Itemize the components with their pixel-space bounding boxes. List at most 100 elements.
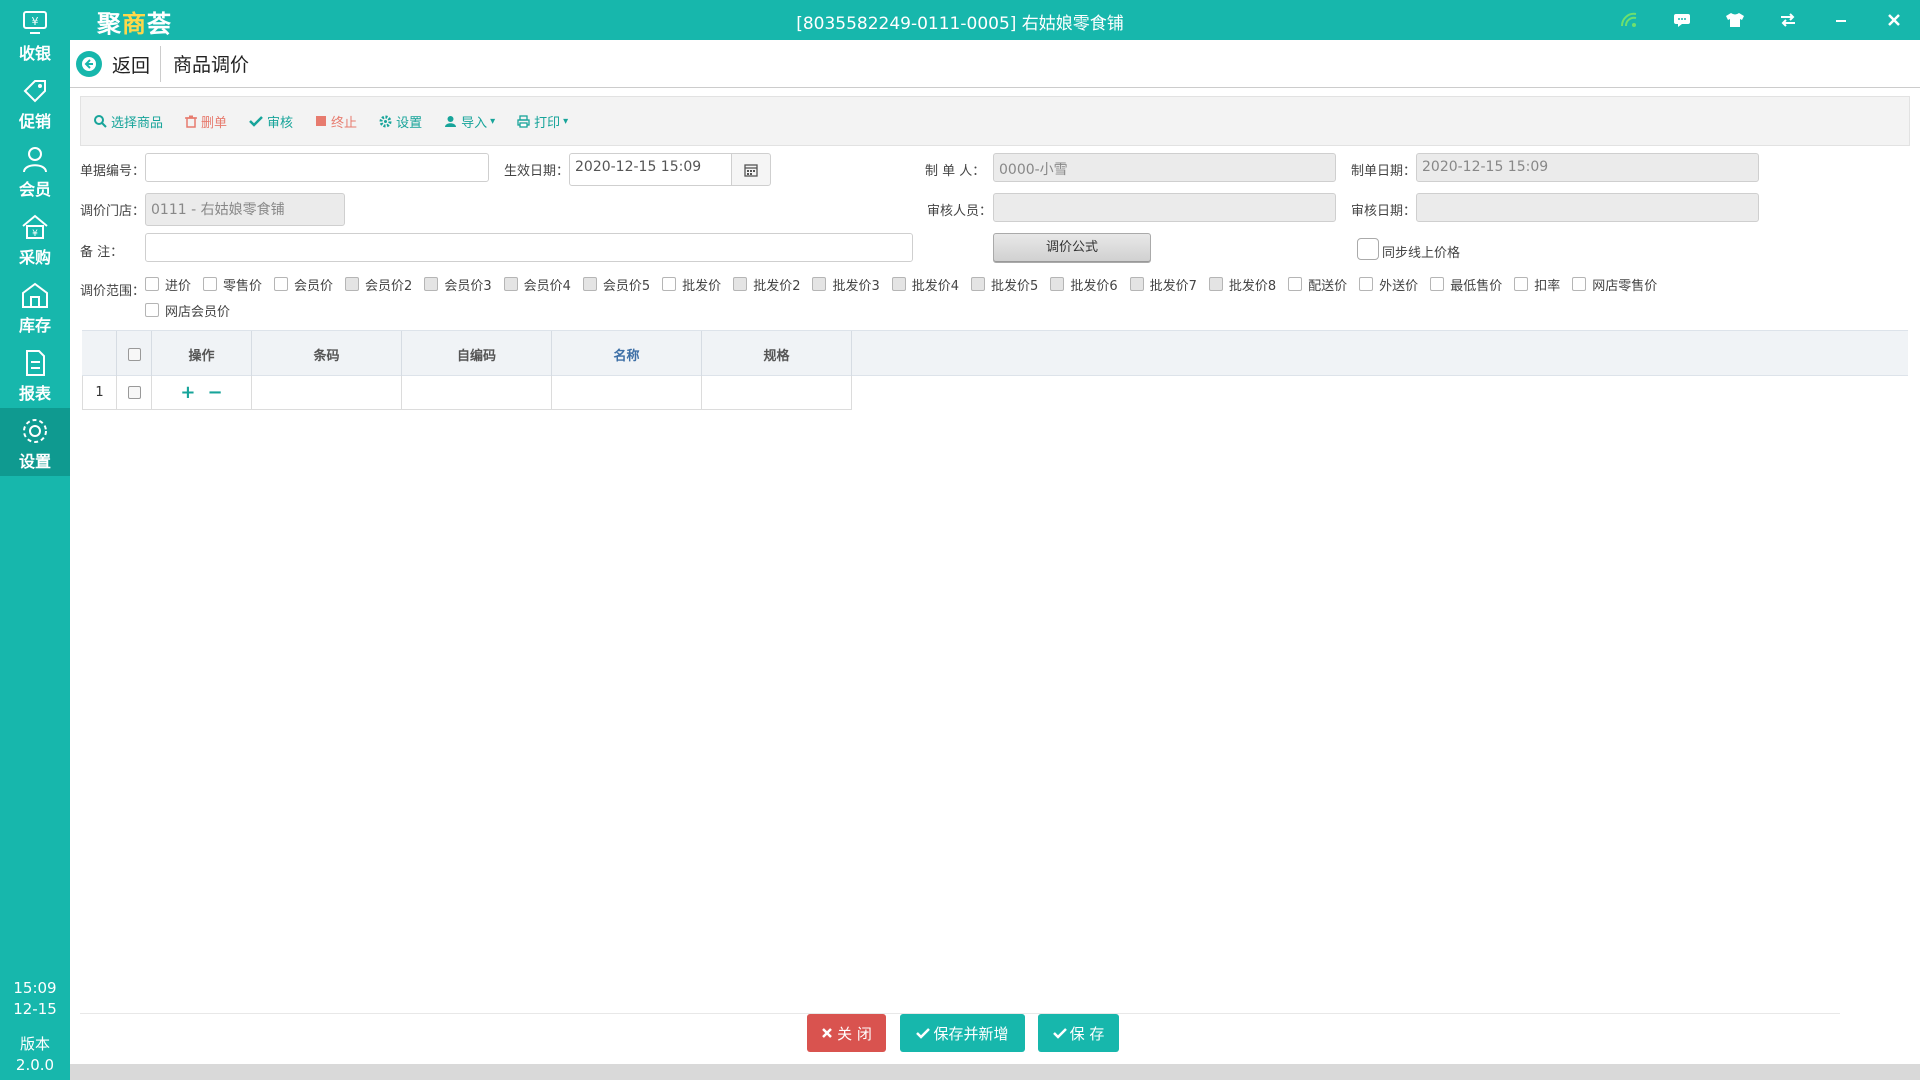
doc-no-field[interactable] [145, 153, 489, 182]
price-formula-button[interactable]: 调价公式 [993, 233, 1151, 263]
price-range-checkbox[interactable] [1359, 277, 1374, 291]
remove-row-icon[interactable]: − [208, 382, 223, 403]
price-range-option[interactable]: 会员价3 [424, 274, 492, 294]
audit-button[interactable]: 审核 [249, 112, 293, 131]
price-range-checkbox[interactable] [971, 277, 986, 291]
row-ops: + − [152, 376, 252, 410]
price-range-option[interactable]: 批发价2 [733, 274, 800, 294]
save-button[interactable]: 保 存 [1038, 1014, 1119, 1052]
shirt-icon[interactable] [1708, 0, 1761, 40]
price-range-option[interactable]: 批发价7 [1129, 274, 1197, 294]
minimize-icon[interactable] [1814, 0, 1867, 40]
price-range-checkbox[interactable] [1572, 277, 1587, 291]
sidebar-item-inventory[interactable]: 库存 [0, 272, 70, 340]
sidebar-item-purchase[interactable]: ¥ 采购 [0, 204, 70, 272]
calendar-button[interactable] [731, 153, 771, 186]
price-range-checkbox[interactable] [891, 277, 906, 291]
price-range-checkbox[interactable] [145, 277, 159, 291]
gear-icon [23, 419, 47, 443]
price-range-option[interactable]: 批发价8 [1208, 274, 1277, 294]
header-spec[interactable]: 规格 [702, 331, 852, 377]
price-range-option[interactable]: 配送价 [1288, 274, 1347, 294]
price-range-option[interactable]: 会员价 [274, 274, 333, 294]
tag-icon [23, 80, 46, 103]
price-range-option[interactable]: 最低售价 [1430, 274, 1502, 294]
price-range-checkbox[interactable] [503, 277, 518, 291]
price-range-option[interactable]: 批发价5 [971, 274, 1038, 294]
swap-icon[interactable] [1761, 0, 1814, 40]
remark-field[interactable] [145, 233, 913, 262]
header-name[interactable]: 名称 [552, 331, 702, 377]
header-op: 操作 [152, 331, 252, 377]
chevron-down-icon: ▾ [490, 115, 496, 127]
price-range-checkbox[interactable] [1050, 277, 1065, 291]
header-barcode[interactable]: 条码 [252, 331, 402, 377]
delete-button[interactable]: 删单 [185, 112, 227, 131]
price-range-option[interactable]: 网店会员价 [145, 300, 230, 320]
row-checkbox[interactable] [127, 386, 141, 399]
make-date-field: 2020-12-15 15:09 [1416, 153, 1759, 182]
settings-button[interactable]: 设置 [379, 112, 422, 131]
price-range-option-label: 网店会员价 [165, 304, 231, 320]
price-range-checkbox[interactable] [145, 303, 159, 317]
print-dropdown[interactable]: 打印 ▾ [517, 112, 568, 131]
sidebar-item-settings[interactable]: 设置 [0, 408, 70, 476]
price-range-option-label: 进价 [165, 278, 192, 294]
sidebar-item-label: 设置 [18, 452, 51, 471]
price-range-option[interactable]: 会员价4 [503, 274, 571, 294]
price-range-option-label: 批发价8 [1228, 278, 1277, 294]
settings-label: 设置 [396, 115, 423, 131]
select-all-header [117, 331, 152, 377]
price-range-checkbox[interactable] [1430, 277, 1445, 291]
cell-barcode[interactable] [252, 376, 402, 410]
import-dropdown[interactable]: 导入 ▾ [444, 112, 495, 131]
sidebar-item-promotion[interactable]: 促销 [0, 68, 70, 136]
price-range-checkbox[interactable] [203, 277, 218, 291]
effective-date-field[interactable]: 2020-12-15 15:09 [569, 153, 733, 186]
stop-icon [316, 116, 327, 126]
cell-name[interactable] [552, 376, 702, 410]
price-range-checkbox[interactable] [345, 277, 360, 291]
stop-button[interactable]: 终止 [315, 112, 357, 131]
close-icon[interactable] [1867, 0, 1920, 40]
back-button[interactable]: 返回 [76, 48, 150, 80]
auditor-field [993, 193, 1336, 222]
add-row-icon[interactable]: + [180, 382, 195, 403]
price-range-option[interactable]: 扣率 [1514, 274, 1560, 294]
price-range-option[interactable]: 会员价2 [345, 274, 412, 294]
close-icon [822, 1028, 832, 1038]
price-range-option[interactable]: 批发价 [662, 274, 721, 294]
header-selfcode[interactable]: 自编码 [402, 331, 552, 377]
price-range-checkbox[interactable] [1129, 277, 1144, 291]
wifi-icon[interactable] [1602, 0, 1655, 40]
select-all-checkbox[interactable] [127, 347, 141, 361]
row-number-header [82, 331, 117, 377]
sidebar-item-member[interactable]: 会员 [0, 136, 70, 204]
price-range-checkbox[interactable] [1208, 277, 1223, 291]
price-range-checkbox[interactable] [812, 277, 827, 291]
sidebar-item-report[interactable]: 报表 [0, 340, 70, 408]
select-goods-button[interactable]: 选择商品 [93, 112, 163, 131]
close-button[interactable]: 关 闭 [807, 1014, 886, 1052]
cell-spec[interactable] [702, 376, 852, 410]
price-range-checkbox[interactable] [274, 277, 289, 291]
price-range-checkbox[interactable] [582, 277, 597, 291]
price-range-checkbox[interactable] [1514, 277, 1529, 291]
cell-selfcode[interactable] [402, 376, 552, 410]
price-range-option[interactable]: 批发价3 [812, 274, 880, 294]
save-and-new-button[interactable]: 保存并新增 [900, 1014, 1025, 1052]
price-range-checkbox[interactable] [733, 277, 748, 291]
price-range-option[interactable]: 网店零售价 [1572, 274, 1657, 294]
price-range-option[interactable]: 外送价 [1359, 274, 1418, 294]
sync-online-price-checkbox[interactable] [1357, 238, 1379, 260]
price-range-option[interactable]: 进价 [145, 274, 191, 294]
price-range-checkbox[interactable] [424, 277, 439, 291]
sidebar-item-cashier[interactable]: ¥ 收银 [0, 0, 70, 68]
price-range-option[interactable]: 会员价5 [582, 274, 650, 294]
price-range-checkbox[interactable] [1288, 277, 1303, 291]
price-range-option[interactable]: 批发价6 [1050, 274, 1118, 294]
message-icon[interactable] [1655, 0, 1708, 40]
price-range-option[interactable]: 批发价4 [891, 274, 959, 294]
price-range-option[interactable]: 零售价 [203, 274, 262, 294]
price-range-checkbox[interactable] [662, 277, 677, 291]
